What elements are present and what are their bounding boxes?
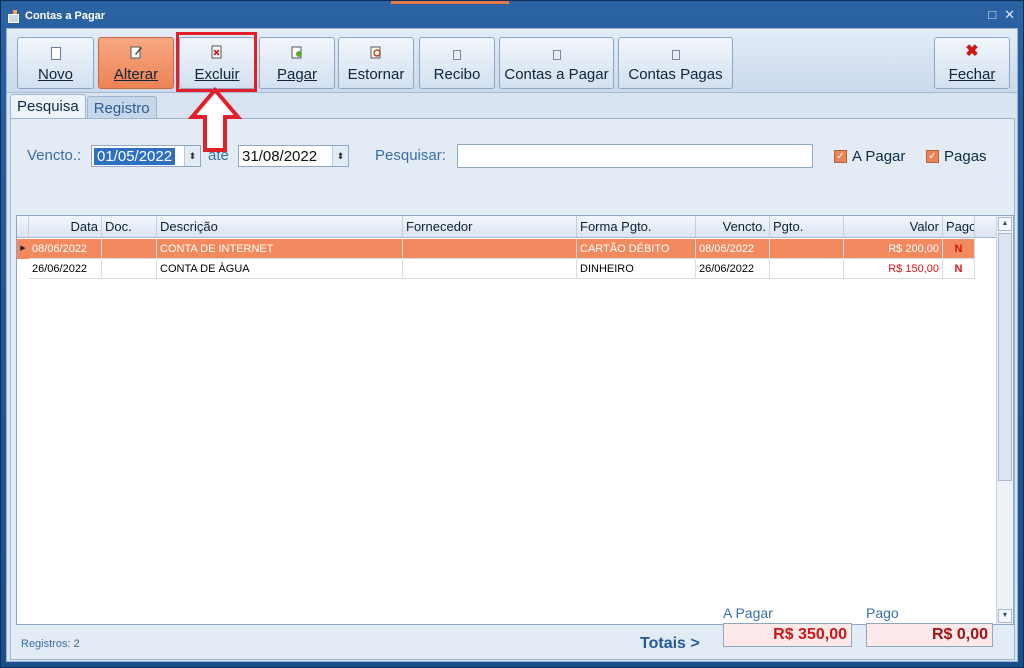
close-red-icon: ✖ <box>965 43 979 60</box>
tab-pesquisa[interactable]: Pesquisa <box>10 94 86 118</box>
a-pagar-checkbox[interactable]: ✓ A Pagar <box>834 148 905 165</box>
checkmark-icon: ✓ <box>926 150 939 163</box>
cell-descricao: CONTA DE INTERNET <box>157 239 403 259</box>
edit-pencil-icon <box>129 44 143 60</box>
grid-scrollbar[interactable]: ▲ ▼ <box>996 216 1013 624</box>
date-to-value: 31/08/2022 <box>242 147 318 165</box>
scroll-down-icon[interactable]: ▼ <box>998 609 1012 623</box>
cell-vencto: 26/06/2022 <box>696 259 770 279</box>
cell-data: 26/06/2022 <box>29 259 102 279</box>
vencto-label: Vencto.: <box>27 147 82 164</box>
cell-fornecedor <box>403 239 577 259</box>
a-pagar-total: R$ 350,00 <box>723 623 852 647</box>
tab-strip: Pesquisa Registro <box>10 94 158 118</box>
report-paid-icon <box>671 50 680 60</box>
cell-pago: N <box>943 259 975 279</box>
table-row[interactable]: ▶ 08/06/2022 CONTA DE INTERNET CARTÃO DÉ… <box>17 239 975 259</box>
toolbar: Novo Alterar Excluir Pagar Estornar Reci… <box>7 29 1017 93</box>
cell-forma-pgto: CARTÃO DÉBITO <box>577 239 696 259</box>
checkmark-icon: ✓ <box>834 150 847 163</box>
cell-valor: R$ 150,00 <box>844 259 943 279</box>
cell-fornecedor <box>403 259 577 279</box>
pagar-button[interactable]: Pagar <box>259 37 335 89</box>
pago-total-label: Pago <box>866 605 899 621</box>
table-row[interactable]: 26/06/2022 CONTA DE ÀGUA DINHEIRO 26/06/… <box>17 259 975 279</box>
maximize-icon[interactable]: □ <box>988 7 996 23</box>
accounts-grid: Data Doc. Descrição Fornecedor Forma Pgt… <box>16 215 1014 625</box>
close-icon[interactable]: ✕ <box>1004 7 1015 23</box>
title-bar: Contas a Pagar □ ✕ <box>1 5 1023 27</box>
new-document-icon <box>50 47 61 60</box>
totais-label: Totais > <box>640 635 700 652</box>
grid-header: Data Doc. Descrição Fornecedor Forma Pgt… <box>17 216 1000 238</box>
estornar-button[interactable]: Estornar <box>338 37 414 89</box>
indicator-header <box>17 216 29 237</box>
pesquisar-label: Pesquisar: <box>375 147 446 164</box>
col-forma-pgto[interactable]: Forma Pgto. <box>577 216 696 237</box>
highlight-frame <box>176 32 257 92</box>
app-icon <box>7 10 19 23</box>
pointer-arrow-icon <box>188 87 242 152</box>
client-area: Novo Alterar Excluir Pagar Estornar Reci… <box>6 28 1018 662</box>
cell-pago: N <box>943 239 975 259</box>
cell-doc <box>102 239 157 259</box>
row-pointer-icon: ▶ <box>20 245 26 252</box>
a-pagar-total-label: A Pagar <box>723 605 773 621</box>
col-vencto[interactable]: Vencto. <box>696 216 770 237</box>
cell-data: 08/06/2022 <box>29 239 102 259</box>
pesquisa-panel: Vencto.: 01/05/2022 ⬍ até 31/08/2022 ⬍ P… <box>10 118 1015 660</box>
cell-forma-pgto: DINHEIRO <box>577 259 696 279</box>
alterar-button[interactable]: Alterar <box>98 37 174 89</box>
window-title: Contas a Pagar <box>25 10 106 22</box>
col-pago[interactable]: Pago <box>943 216 975 237</box>
col-valor[interactable]: Valor <box>844 216 943 237</box>
date-from-value: 01/05/2022 <box>94 147 176 165</box>
receipt-icon <box>453 50 461 60</box>
search-input[interactable] <box>457 144 813 168</box>
date-from-field[interactable]: 01/05/2022 ⬍ <box>91 145 201 167</box>
date-to-field[interactable]: 31/08/2022 ⬍ <box>238 145 349 167</box>
fechar-button[interactable]: ✖ Fechar <box>934 37 1010 89</box>
cell-doc <box>102 259 157 279</box>
contas-a-pagar-button[interactable]: Contas a Pagar <box>499 37 614 89</box>
col-doc[interactable]: Doc. <box>102 216 157 237</box>
cell-valor: R$ 200,00 <box>844 239 943 259</box>
taskbar-accent <box>391 1 509 4</box>
col-descricao[interactable]: Descrição <box>157 216 403 237</box>
scroll-thumb[interactable] <box>998 233 1012 481</box>
refund-icon <box>369 44 383 60</box>
date-to-spin-icon[interactable]: ⬍ <box>332 146 348 166</box>
pago-total: R$ 0,00 <box>866 623 993 647</box>
recibo-button[interactable]: Recibo <box>419 37 495 89</box>
col-pgto[interactable]: Pgto. <box>770 216 844 237</box>
record-count: Registros: 2 <box>21 638 80 650</box>
tab-registro[interactable]: Registro <box>86 96 157 118</box>
contas-pagas-button[interactable]: Contas Pagas <box>618 37 733 89</box>
cell-pgto <box>770 239 844 259</box>
cell-descricao: CONTA DE ÀGUA <box>157 259 403 279</box>
pagas-checkbox[interactable]: ✓ Pagas <box>926 148 987 165</box>
col-data[interactable]: Data <box>29 216 102 237</box>
novo-button[interactable]: Novo <box>17 37 94 89</box>
col-fornecedor[interactable]: Fornecedor <box>403 216 577 237</box>
app-window: Contas a Pagar □ ✕ Novo Alterar Excluir <box>0 0 1024 668</box>
cell-vencto: 08/06/2022 <box>696 239 770 259</box>
scroll-up-icon[interactable]: ▲ <box>998 217 1012 231</box>
report-icon <box>552 50 561 60</box>
cell-pgto <box>770 259 844 279</box>
pay-icon <box>290 44 304 60</box>
